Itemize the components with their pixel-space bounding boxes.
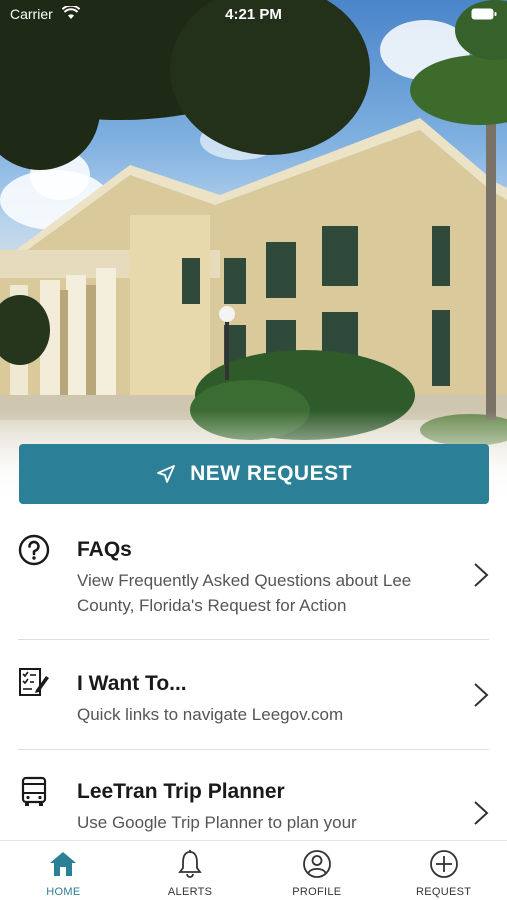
tab-alerts-label: ALERTS	[167, 886, 213, 898]
bus-icon	[21, 776, 47, 806]
question-circle-icon	[18, 534, 50, 566]
tab-request[interactable]: REQUEST	[380, 841, 507, 900]
status-time: 4:21 PM	[225, 6, 282, 23]
home-icon	[50, 852, 77, 876]
tab-profile-label: PROFILE	[292, 886, 342, 898]
bell-icon	[178, 850, 202, 878]
list-item-i-want-to[interactable]: I Want To... Quick links to navigate Lee…	[18, 640, 489, 750]
chevron-right-icon	[474, 683, 489, 707]
send-icon	[157, 465, 175, 483]
chevron-right-icon	[474, 801, 489, 825]
tab-profile[interactable]: PROFILE	[254, 841, 381, 900]
tab-request-label: REQUEST	[415, 886, 472, 898]
hero-image	[0, 0, 507, 500]
tab-bar: HOME ALERTS PROFILE REQUEST	[0, 840, 507, 900]
faqs-description: View Frequently Asked Questions about Le…	[77, 571, 412, 615]
list-item-faqs[interactable]: FAQs View Frequently Asked Questions abo…	[18, 512, 489, 640]
leetran-title: LeeTran Trip Planner	[77, 780, 285, 803]
i-want-to-title: I Want To...	[77, 672, 187, 695]
new-request-label: NEW REQUEST	[190, 462, 352, 485]
plus-circle-icon	[429, 850, 458, 878]
checklist-pencil-icon	[19, 668, 49, 696]
chevron-right-icon	[474, 563, 489, 587]
tab-home-label: HOME	[46, 886, 81, 898]
i-want-to-description: Quick links to navigate Leegov.com	[77, 705, 344, 724]
new-request-button[interactable]: NEW REQUEST	[19, 444, 489, 504]
leetran-description: Use Google Trip Planner to plan your	[77, 813, 357, 832]
tab-alerts[interactable]: ALERTS	[127, 841, 254, 900]
status-bar: Carrier 4:21 PM	[0, 0, 507, 30]
tab-home[interactable]: HOME	[0, 841, 127, 900]
menu-list: FAQs View Frequently Asked Questions abo…	[0, 512, 507, 860]
faqs-title: FAQs	[77, 538, 132, 561]
battery-icon	[471, 8, 497, 20]
user-circle-icon	[302, 850, 331, 878]
